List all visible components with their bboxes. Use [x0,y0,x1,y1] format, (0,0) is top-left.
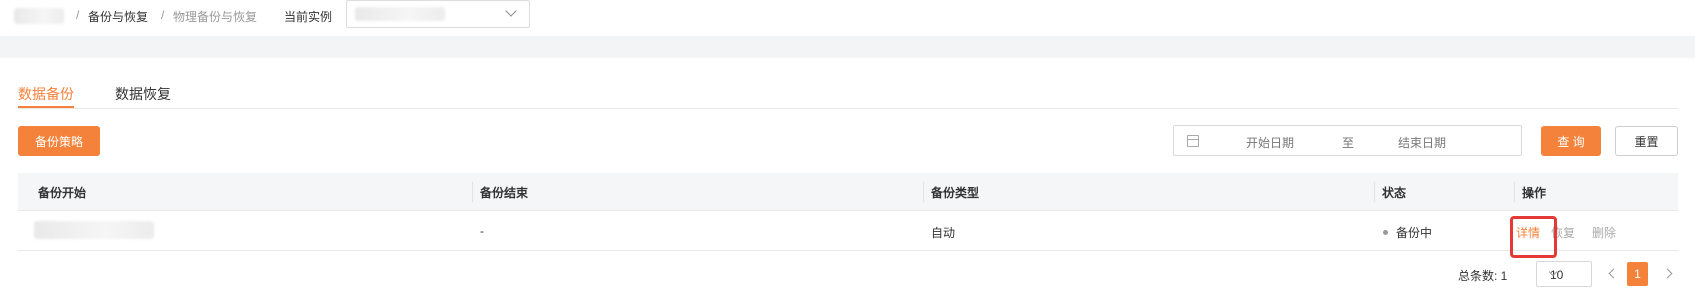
reset-button[interactable]: 重置 [1615,126,1678,156]
redacted-backup-start [34,221,154,239]
column-divider [923,182,924,202]
query-button[interactable]: 查 询 [1541,126,1601,156]
active-tab-indicator [18,106,74,108]
tab-bar: 数据备份 数据恢复 [18,80,1678,109]
instance-select[interactable] [346,0,530,28]
tab-data-backup[interactable]: 数据备份 [18,84,74,104]
status-text: 备份中 [1396,226,1433,240]
end-date-input[interactable]: 结束日期 [1398,134,1446,151]
redacted-breadcrumb-root [14,8,64,24]
table-header: 备份开始 备份结束 备份类型 状态 操作 [18,173,1678,211]
cell-backup-type: 自动 [931,226,956,240]
chevron-right-icon[interactable] [1662,268,1673,279]
tab-data-restore[interactable]: 数据恢复 [115,84,171,104]
start-date-input[interactable]: 开始日期 [1246,134,1294,151]
highlight-annotation [1510,216,1557,258]
breadcrumb-separator: / [76,8,80,22]
breadcrumb-item-backup[interactable]: 备份与恢复 [88,8,148,25]
page-size-select[interactable]: 10 [1536,261,1592,287]
column-header-status: 状态 [1382,186,1407,200]
chevron-down-icon [505,5,517,17]
pagination-page-current[interactable]: 1 [1627,262,1648,286]
column-divider [1374,182,1375,202]
backup-strategy-button[interactable]: 备份策略 [18,126,100,156]
column-header-backup-type: 备份类型 [931,186,980,200]
cell-status: 备份中 [1383,224,1432,241]
date-range-picker[interactable]: 开始日期 至 结束日期 [1173,125,1522,156]
date-range-separator: 至 [1342,136,1355,150]
breadcrumb-separator: / [161,8,165,22]
breadcrumb-bar: / 备份与恢复 / 物理备份与恢复 当前实例 [0,0,1695,36]
breadcrumb-item-physical-backup: 物理备份与恢复 [173,10,258,24]
column-divider [1514,182,1515,202]
header-divider-band [0,36,1695,58]
column-divider [472,182,473,202]
delete-link[interactable]: 删除 [1592,224,1616,241]
cell-backup-end: - [480,224,484,238]
column-header-backup-start: 备份开始 [38,186,87,200]
table-row: - 自动 备份中 详情 恢复 删除 [18,211,1678,251]
calendar-icon [1187,135,1199,147]
pagination-total: 总条数: 1 [1458,269,1508,283]
column-header-backup-end: 备份结束 [480,186,529,200]
redacted-instance-name [355,7,445,21]
instance-label: 当前实例 [284,10,333,24]
chevron-left-icon[interactable] [1608,268,1619,279]
status-dot-icon [1383,230,1388,236]
column-header-actions: 操作 [1522,186,1547,200]
